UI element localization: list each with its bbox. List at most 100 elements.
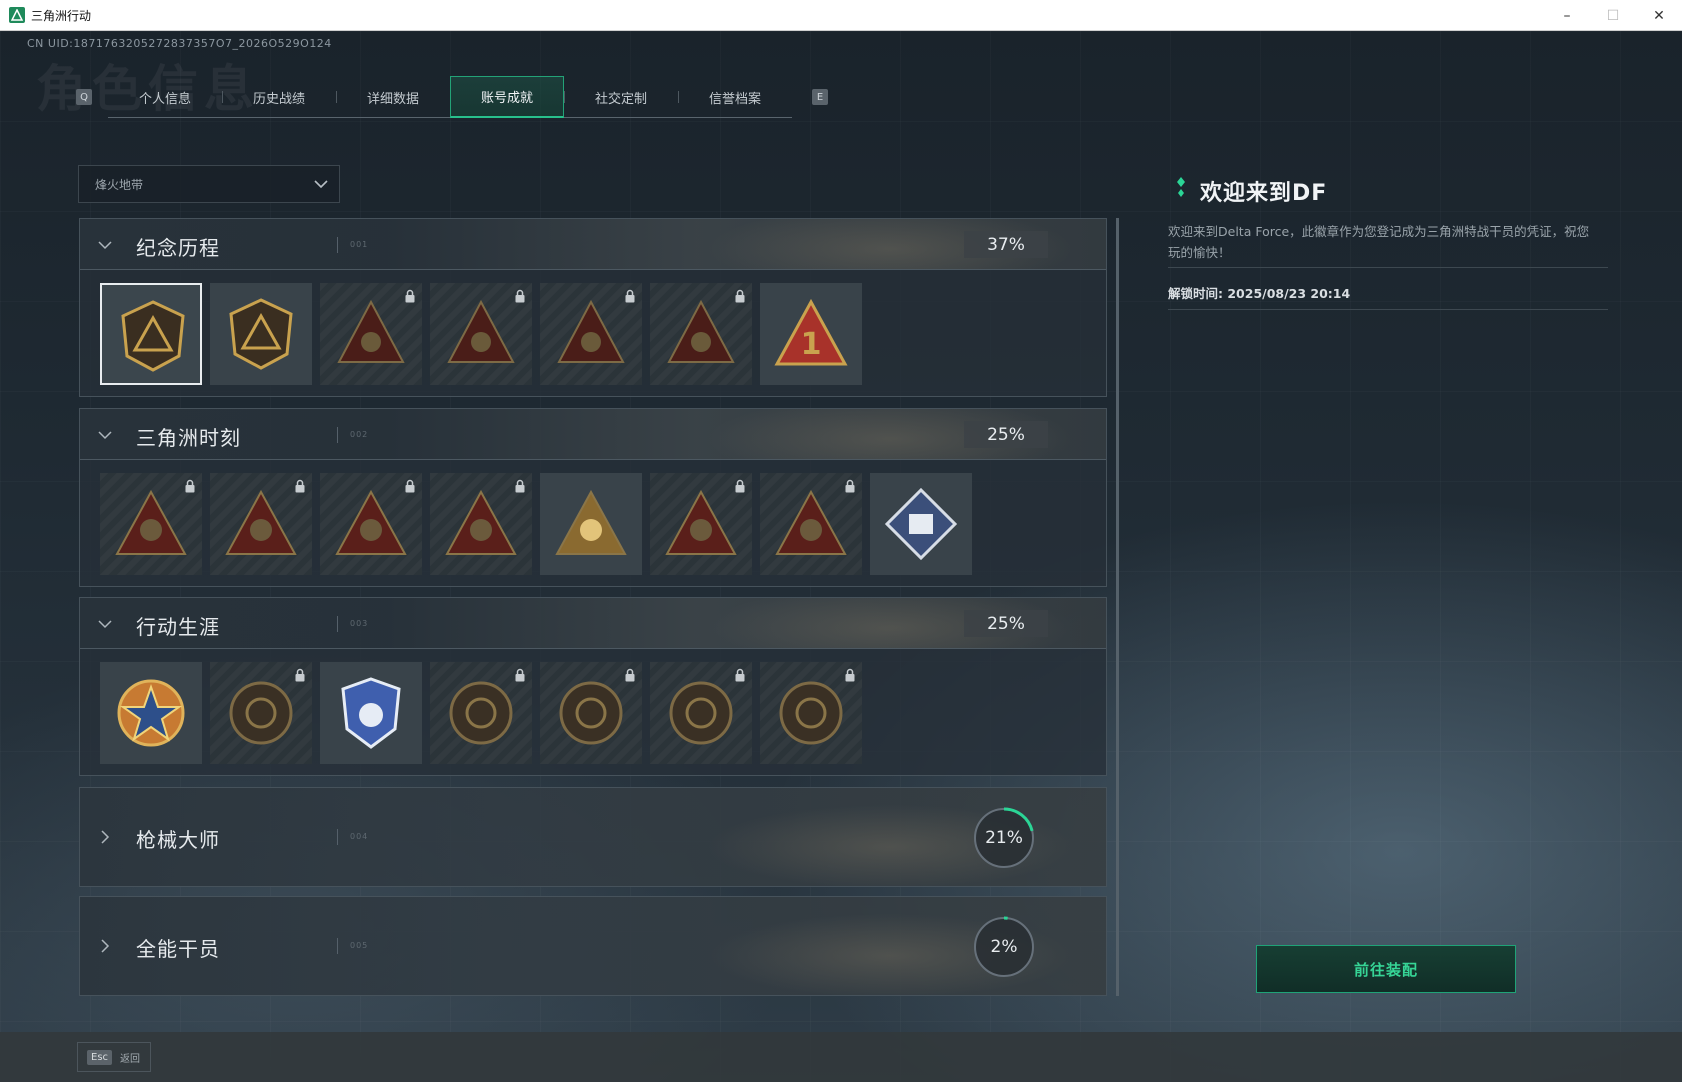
category-header-weapon-master[interactable]: 枪械大师 004 21% — [80, 788, 1106, 886]
badge-career-4[interactable] — [430, 662, 532, 764]
category-header-career[interactable]: 行动生涯 003 25% — [80, 598, 1106, 649]
round-emblem-icon — [229, 681, 293, 745]
round-emblem-icon — [669, 681, 733, 745]
mode-filter-value: 烽火地带 — [95, 177, 144, 192]
badge-career-3[interactable] — [320, 662, 422, 764]
triangle-emblem-icon — [445, 489, 517, 555]
badge-moment-1[interactable] — [100, 473, 202, 575]
badge-moment-5[interactable] — [540, 473, 642, 575]
next-tab-key[interactable]: E — [812, 89, 828, 105]
chevron-right-icon[interactable] — [96, 828, 114, 846]
category-header-memorial[interactable]: 纪念历程 001 37% — [80, 219, 1106, 270]
badge-career-1[interactable] — [100, 662, 202, 764]
close-icon[interactable]: ✕ — [1636, 0, 1682, 31]
tab-personal-info[interactable]: 个人信息 — [108, 76, 222, 118]
round-emblem-icon — [559, 681, 623, 745]
lock-icon — [515, 289, 525, 303]
shield-emblem-icon — [229, 298, 293, 370]
divider — [337, 616, 338, 632]
badge-career-7[interactable] — [760, 662, 862, 764]
badge-memorial-3[interactable] — [320, 283, 422, 385]
badge-moment-6[interactable] — [650, 473, 752, 575]
triangle-emblem-icon — [115, 489, 187, 555]
star-medal-icon — [117, 679, 185, 747]
go-equip-button[interactable]: 前往装配 — [1256, 945, 1516, 993]
lock-icon — [625, 289, 635, 303]
back-button[interactable]: Esc 返回 — [77, 1042, 151, 1072]
lock-icon — [185, 479, 195, 493]
badge-memorial-6[interactable] — [650, 283, 752, 385]
divider — [337, 237, 338, 253]
badge-career-2[interactable] — [210, 662, 312, 764]
esc-key: Esc — [87, 1049, 113, 1065]
tab-match-history[interactable]: 历史战绩 — [222, 76, 336, 118]
chevron-down-icon[interactable] — [96, 426, 114, 444]
category-header-all-round-operator[interactable]: 全能干员 005 2% — [80, 897, 1106, 995]
category-progress: 25% — [964, 610, 1048, 637]
badge-career-5[interactable] — [540, 662, 642, 764]
badge-memorial-1[interactable] — [100, 283, 202, 385]
category-title: 三角洲时刻 — [136, 426, 241, 450]
badge-memorial-7[interactable]: 1 — [760, 283, 862, 385]
tab-bar: Q 个人信息 历史战绩 详细数据 账号成就 社交定制 信誉档案 E — [76, 76, 828, 118]
mode-filter-dropdown[interactable]: 烽火地带 — [78, 165, 340, 203]
category-progress: 25% — [964, 421, 1048, 448]
triangle-emblem-icon — [225, 489, 297, 555]
lock-icon — [735, 289, 745, 303]
divider — [337, 829, 338, 845]
prev-tab-key[interactable]: Q — [76, 89, 92, 105]
triangle-emblem-icon — [775, 489, 847, 555]
diamond-emblem-icon — [884, 487, 958, 561]
category-career: 行动生涯 003 25% — [79, 597, 1107, 776]
badge-row-memorial: 1 — [80, 270, 1106, 396]
player-uid: CN UID:1871763205272837357O7_2026O529O12… — [27, 37, 332, 50]
lock-icon — [515, 668, 525, 682]
badge-description: 欢迎来到Delta Force，此徽章作为您登记成为三角洲特战干员的凭证，祝您玩… — [1168, 224, 1590, 260]
maximize-icon[interactable]: ☐ — [1590, 0, 1636, 31]
divider — [1168, 267, 1608, 268]
window-title: 三角洲行动 — [31, 8, 92, 23]
category-index: 005 — [350, 941, 369, 950]
category-progress: 21% — [985, 828, 1023, 848]
divider — [337, 938, 338, 954]
lock-icon — [845, 479, 855, 493]
category-header-moments[interactable]: 三角洲时刻 002 25% — [80, 409, 1106, 460]
scrollbar[interactable] — [1116, 218, 1119, 996]
lock-icon — [405, 479, 415, 493]
police-shield-icon — [341, 677, 401, 749]
lock-icon — [405, 289, 415, 303]
diamond-icon — [1177, 177, 1185, 197]
locked-emblem-icon — [447, 299, 515, 363]
lock-icon — [625, 668, 635, 682]
badge-memorial-4[interactable] — [430, 283, 532, 385]
tab-detailed-stats[interactable]: 详细数据 — [336, 76, 450, 118]
badge-moment-3[interactable] — [320, 473, 422, 575]
badge-moment-4[interactable] — [430, 473, 532, 575]
chevron-down-icon[interactable] — [96, 615, 114, 633]
badge-moment-2[interactable] — [210, 473, 312, 575]
category-index: 001 — [350, 240, 369, 249]
chevron-down-icon[interactable] — [96, 236, 114, 254]
tab-social-custom[interactable]: 社交定制 — [564, 76, 678, 118]
badge-memorial-2[interactable] — [210, 283, 312, 385]
badge-moment-8[interactable] — [870, 473, 972, 575]
badge-career-6[interactable] — [650, 662, 752, 764]
tab-achievements[interactable]: 账号成就 — [450, 76, 564, 118]
badge-moment-7[interactable] — [760, 473, 862, 575]
category-title: 全能干员 — [136, 937, 220, 961]
lock-icon — [515, 479, 525, 493]
minimize-icon[interactable]: – — [1544, 0, 1590, 31]
svg-text:1: 1 — [801, 327, 822, 362]
locked-emblem-icon — [667, 299, 735, 363]
tab-reputation[interactable]: 信誉档案 — [678, 76, 792, 118]
shield-emblem-icon — [121, 300, 185, 372]
category-index: 004 — [350, 832, 369, 841]
round-emblem-icon — [779, 681, 843, 745]
badge-row-moments — [80, 460, 1106, 586]
back-label: 返回 — [120, 1053, 141, 1065]
badge-memorial-5[interactable] — [540, 283, 642, 385]
category-title: 行动生涯 — [136, 615, 220, 639]
chevron-right-icon[interactable] — [96, 937, 114, 955]
lock-icon — [735, 668, 745, 682]
locked-emblem-icon — [337, 299, 405, 363]
